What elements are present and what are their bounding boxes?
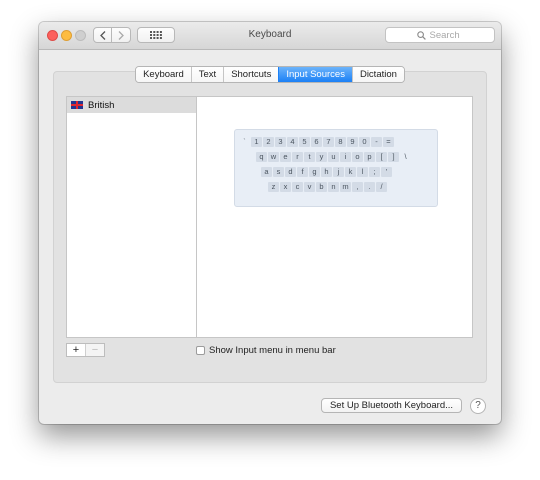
key: c (292, 182, 303, 192)
key: y (316, 152, 327, 162)
tab-input-sources[interactable]: Input Sources (278, 67, 352, 82)
key: j (333, 167, 344, 177)
key: m (340, 182, 351, 192)
key: i (340, 152, 351, 162)
key-row-4: z x c v b n m , . / (268, 182, 387, 192)
keyboard-preferences-window: Keyboard Keyboard Text Shortcuts Input S… (39, 22, 501, 424)
key: ` (243, 137, 246, 146)
key: a (261, 167, 272, 177)
help-button[interactable]: ? (470, 398, 486, 414)
key: b (316, 182, 327, 192)
key: g (309, 167, 320, 177)
key: e (280, 152, 291, 162)
key: \ (404, 152, 407, 161)
key-row-1: ` 1 2 3 4 5 6 7 8 9 0 - = (239, 137, 394, 147)
key: 1 (251, 137, 262, 147)
key: 8 (335, 137, 346, 147)
list-add-remove-control: + − (66, 343, 105, 357)
key-row-3: a s d f g h j k l ; ' (261, 167, 392, 177)
key: d (285, 167, 296, 177)
key: 7 (323, 137, 334, 147)
key: 3 (275, 137, 286, 147)
key: f (297, 167, 308, 177)
key: = (383, 137, 394, 147)
key: p (364, 152, 375, 162)
list-item[interactable]: British (67, 97, 196, 113)
key: z (268, 182, 279, 192)
key: [ (376, 152, 387, 162)
key: 9 (347, 137, 358, 147)
tab-keyboard[interactable]: Keyboard (136, 67, 191, 82)
show-input-menu-checkbox[interactable] (196, 346, 205, 355)
key: ' (381, 167, 392, 177)
title-bar[interactable]: Keyboard (39, 22, 501, 50)
key: - (371, 137, 382, 147)
key: h (321, 167, 332, 177)
key: 5 (299, 137, 310, 147)
search-field[interactable] (385, 27, 495, 43)
show-input-menu-option[interactable]: Show Input menu in menu bar (196, 345, 336, 356)
tab-bar: Keyboard Text Shortcuts Input Sources Di… (39, 66, 501, 83)
key: 6 (311, 137, 322, 147)
key: / (376, 182, 387, 192)
key: . (364, 182, 375, 192)
input-sources-list[interactable]: British (66, 96, 197, 338)
keyboard-layout-preview: ` 1 2 3 4 5 6 7 8 9 0 - = q w e r t y u … (196, 96, 473, 338)
remove-source-button[interactable]: − (85, 344, 104, 356)
search-icon (416, 30, 426, 40)
key: k (345, 167, 356, 177)
key: q (256, 152, 267, 162)
key: v (304, 182, 315, 192)
key: , (352, 182, 363, 192)
keyboard-layout-diagram: ` 1 2 3 4 5 6 7 8 9 0 - = q w e r t y u … (234, 129, 438, 207)
tab-dictation[interactable]: Dictation (351, 67, 404, 82)
input-source-label: British (88, 99, 115, 111)
key: x (280, 182, 291, 192)
tab-text[interactable]: Text (190, 67, 224, 82)
key: 4 (287, 137, 298, 147)
search-input[interactable] (429, 29, 464, 41)
tab-shortcuts[interactable]: Shortcuts (223, 67, 279, 82)
key: u (328, 152, 339, 162)
tab-group: Keyboard Text Shortcuts Input Sources Di… (135, 66, 405, 83)
key: o (352, 152, 363, 162)
key: l (357, 167, 368, 177)
key: s (273, 167, 284, 177)
key: t (304, 152, 315, 162)
key: ] (388, 152, 399, 162)
key-row-2: q w e r t y u i o p [ ] \ (256, 152, 411, 162)
show-input-menu-label: Show Input menu in menu bar (209, 345, 336, 356)
key: 2 (263, 137, 274, 147)
key: ; (369, 167, 380, 177)
key: 0 (359, 137, 370, 147)
add-source-button[interactable]: + (67, 344, 85, 356)
set-up-bluetooth-keyboard-button[interactable]: Set Up Bluetooth Keyboard... (321, 398, 462, 413)
key: n (328, 182, 339, 192)
uk-flag-icon (71, 101, 83, 109)
key: w (268, 152, 279, 162)
key: r (292, 152, 303, 162)
